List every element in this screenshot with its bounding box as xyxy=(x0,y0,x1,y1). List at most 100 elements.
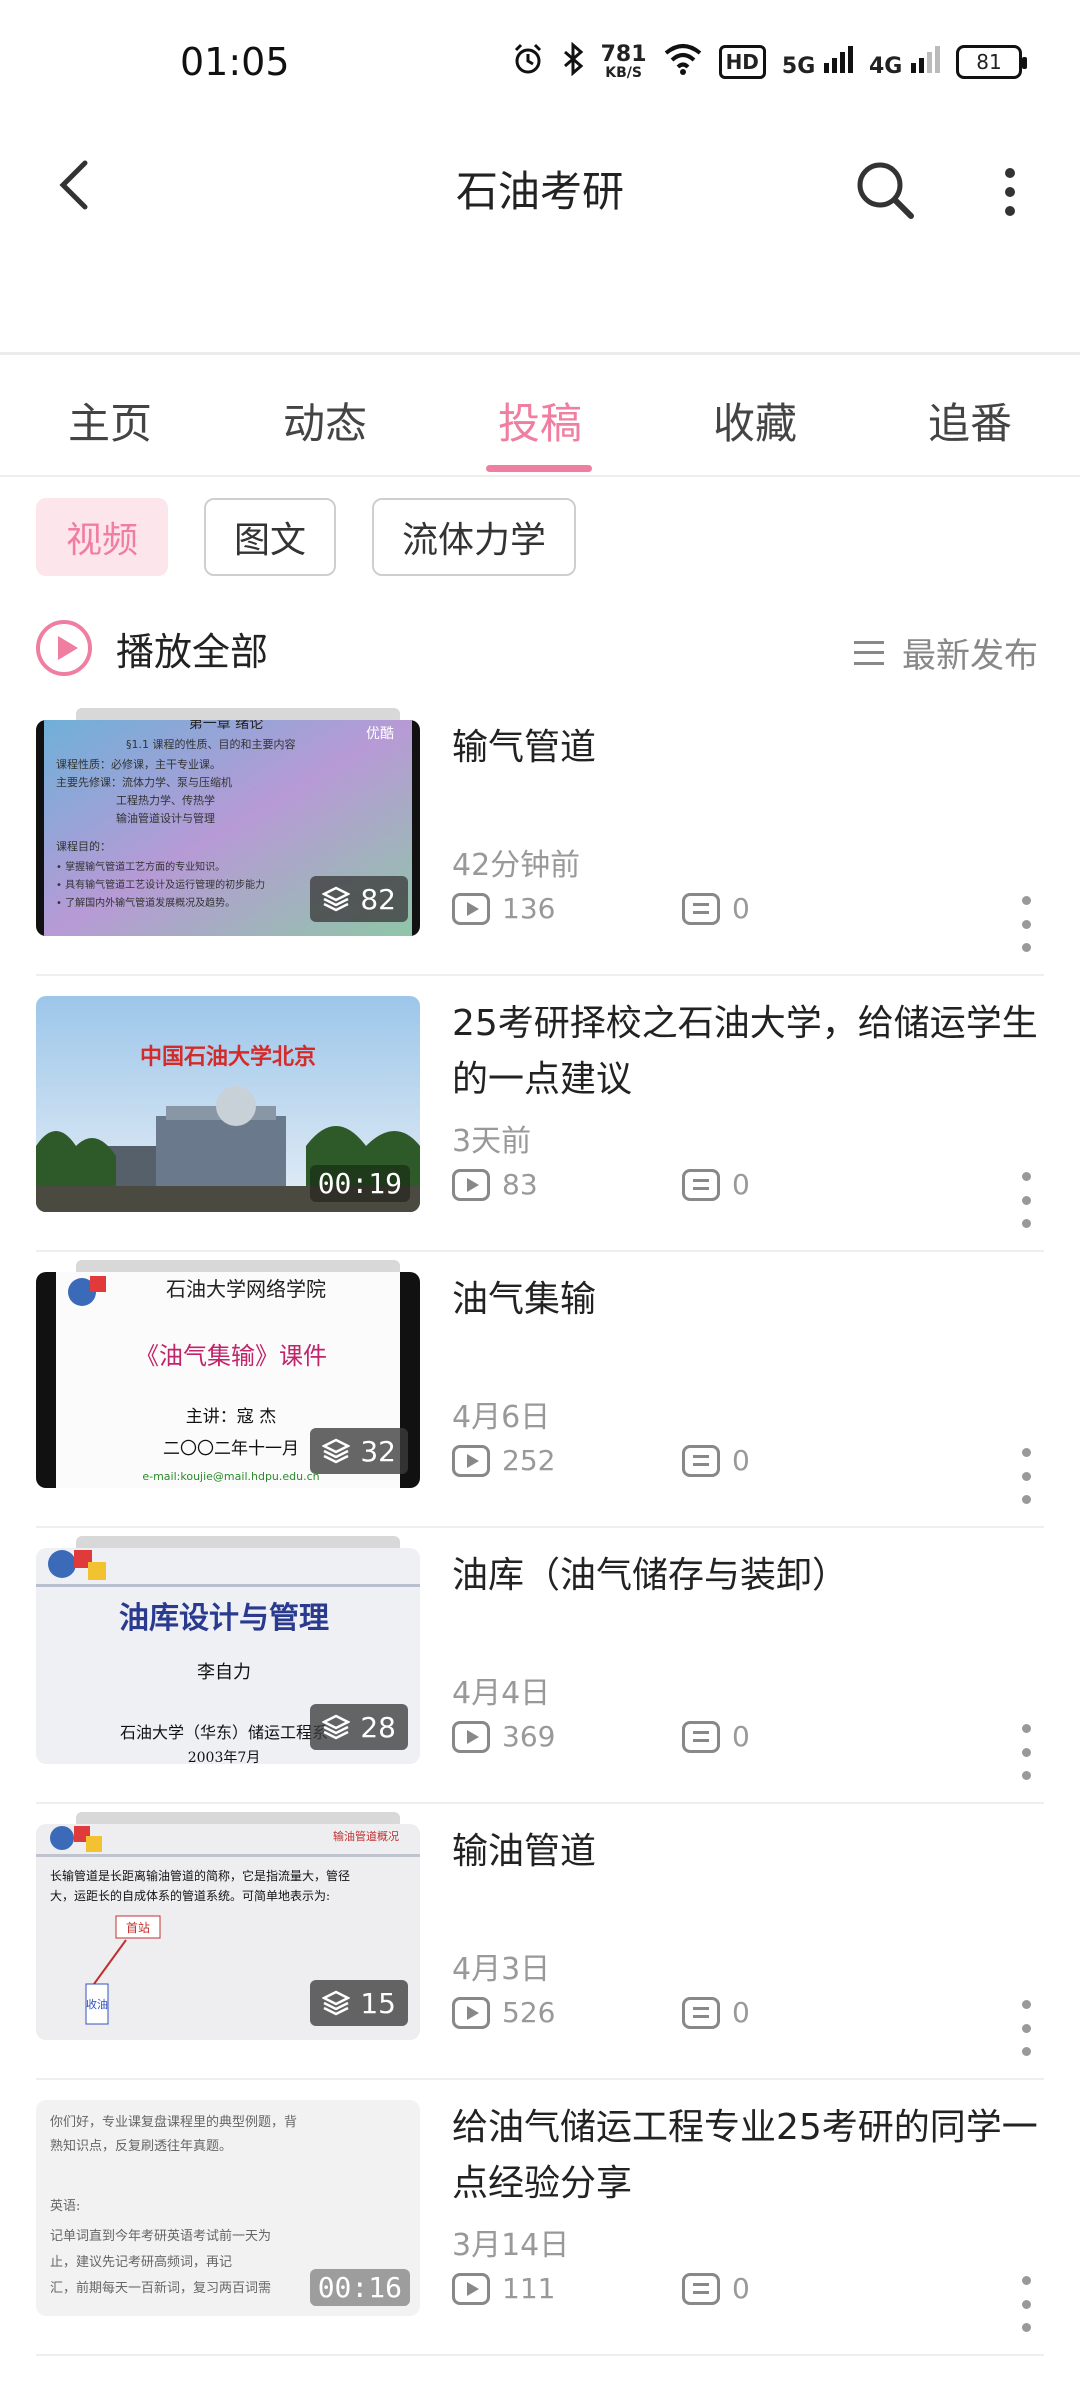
tab-uploads[interactable]: 投稿 xyxy=(460,390,620,451)
svg-text:2003年7月: 2003年7月 xyxy=(188,1750,261,1764)
sort-button[interactable]: 最新发布 xyxy=(854,628,1038,677)
list-item[interactable]: 油库设计与管理 李自力 石油大学（华东）储运工程系 2003年7月 28 油库（… xyxy=(0,1528,1080,1804)
video-title[interactable]: 输气管道 xyxy=(452,720,1052,776)
bluetooth-icon xyxy=(561,41,585,83)
svg-text:汇，前期每天一百新词，复习两百词需: 汇，前期每天一百新词，复习两百词需 xyxy=(50,2280,271,2296)
video-time: 42分钟前 xyxy=(452,848,581,883)
item-more-button[interactable] xyxy=(1016,2000,1036,2056)
collection-count-badge: 15 xyxy=(310,1980,408,2026)
sort-label: 最新发布 xyxy=(902,636,1038,676)
search-button[interactable] xyxy=(845,150,925,230)
video-list: 第一章 绪论 优酷 §1.1 课程的性质、目的和主要内容 课程性质：必修课，主干… xyxy=(0,700,1080,2356)
video-thumbnail[interactable]: 第一章 绪论 优酷 §1.1 课程的性质、目的和主要内容 课程性质：必修课，主干… xyxy=(36,708,420,936)
list-item[interactable]: 石油大学网络学院 《油气集输》课件 主讲：寇 杰 二〇〇二年十一月 e-mail… xyxy=(0,1252,1080,1528)
tab-bangumi[interactable]: 追番 xyxy=(890,390,1050,451)
collection-count-badge: 32 xyxy=(310,1428,408,1474)
item-more-button[interactable] xyxy=(1016,896,1036,952)
status-icons: 781 KB/S HD 5G 4G 81 xyxy=(511,41,1027,83)
video-thumbnail[interactable]: 中国石油大学北京 00:19 xyxy=(36,996,420,1212)
comment-icon xyxy=(682,1444,720,1477)
tab-active-indicator xyxy=(486,465,592,472)
play-count-icon xyxy=(452,892,490,925)
comment-count: 0 xyxy=(682,2272,912,2305)
play-count-icon xyxy=(452,2272,490,2305)
filter-chips: 视频 图文 流体力学 xyxy=(36,498,577,578)
item-more-button[interactable] xyxy=(1016,1724,1036,1780)
nav-bar: 石油考研 xyxy=(0,130,1080,240)
video-title[interactable]: 输油管道 xyxy=(452,1824,1052,1880)
comment-icon xyxy=(682,892,720,925)
svg-text:输油管道设计与管理: 输油管道设计与管理 xyxy=(116,811,215,825)
list-item[interactable]: 中国石油大学北京 00:19 25考研择校之石油大学，给储运学生的一点建议 3天… xyxy=(0,976,1080,1252)
play-all-row: 播放全部 最新发布 xyxy=(0,610,1080,690)
collection-count-badge: 82 xyxy=(310,876,408,922)
signal-5g: 5G xyxy=(782,45,853,79)
tab-activity[interactable]: 动态 xyxy=(245,390,405,451)
comment-count: 0 xyxy=(682,1720,912,1753)
svg-text:工程热力学、传热学: 工程热力学、传热学 xyxy=(116,793,215,807)
network-speed: 781 KB/S xyxy=(600,42,647,81)
video-thumbnail[interactable]: 你们好，专业课复盘课程里的典型例题，背 熟知识点，反复刷透往年真题。 英语: 记… xyxy=(36,2100,420,2316)
svg-text:• 掌握输气管道工艺方面的专业知识。: • 掌握输气管道工艺方面的专业知识。 xyxy=(56,860,225,873)
more-button[interactable] xyxy=(980,152,1040,232)
video-title[interactable]: 油库（油气储存与装卸） xyxy=(452,1548,1052,1604)
comment-count: 0 xyxy=(682,892,912,925)
video-stats: 83 0 xyxy=(452,1168,912,1201)
play-count-icon xyxy=(452,1720,490,1753)
svg-text:课程目的：: 课程目的： xyxy=(56,839,111,853)
battery-icon: 81 xyxy=(956,45,1027,79)
item-more-button[interactable] xyxy=(1016,1448,1036,1504)
video-stats: 136 0 xyxy=(452,892,912,925)
svg-text:§1.1 课程的性质、目的和主要内容: §1.1 课程的性质、目的和主要内容 xyxy=(126,737,296,751)
video-title[interactable]: 油气集输 xyxy=(452,1272,1052,1328)
svg-text:主要先修课：流体力学、泵与压缩机: 主要先修课：流体力学、泵与压缩机 xyxy=(56,775,232,789)
video-stats: 526 0 xyxy=(452,1996,912,2029)
list-item[interactable]: 你们好，专业课复盘课程里的典型例题，背 熟知识点，反复刷透往年真题。 英语: 记… xyxy=(0,2080,1080,2356)
filter-video[interactable]: 视频 xyxy=(36,498,169,576)
sort-icon xyxy=(854,640,884,665)
layers-icon xyxy=(322,1438,351,1464)
svg-text:止，建议先记考研高频词，再记: 止，建议先记考研高频词，再记 xyxy=(50,2254,232,2270)
collection-count-badge: 28 xyxy=(310,1704,408,1750)
comment-icon xyxy=(682,1996,720,2029)
item-more-button[interactable] xyxy=(1016,2276,1036,2332)
comment-count: 0 xyxy=(682,1996,912,2029)
tab-favorites[interactable]: 收藏 xyxy=(675,390,835,451)
search-icon xyxy=(857,162,914,219)
duration-badge: 00:19 xyxy=(309,1165,410,1202)
duration-badge: 00:16 xyxy=(309,2269,410,2306)
wifi-icon xyxy=(663,43,703,82)
video-time: 4月6日 xyxy=(452,1400,551,1435)
video-time: 3月14日 xyxy=(452,2228,570,2263)
svg-text:优酷: 优酷 xyxy=(366,726,394,742)
video-stats: 252 0 xyxy=(452,1444,912,1477)
item-more-button[interactable] xyxy=(1016,1172,1036,1228)
svg-text:二〇〇二年十一月: 二〇〇二年十一月 xyxy=(163,1439,299,1459)
play-all-button[interactable]: 播放全部 xyxy=(36,620,268,676)
svg-text:首站: 首站 xyxy=(126,1921,150,1935)
tab-home[interactable]: 主页 xyxy=(30,390,190,451)
view-count: 111 xyxy=(452,2272,682,2305)
hd-badge: HD xyxy=(718,45,766,79)
svg-text:课程性质：必修课，主干专业课。: 课程性质：必修课，主干专业课。 xyxy=(56,757,221,771)
svg-text:中国石油大学北京: 中国石油大学北京 xyxy=(140,1044,316,1070)
svg-text:石油大学（华东）储运工程系: 石油大学（华东）储运工程系 xyxy=(120,1723,328,1742)
video-stats: 111 0 xyxy=(452,2272,912,2305)
list-item[interactable]: 第一章 绪论 优酷 §1.1 课程的性质、目的和主要内容 课程性质：必修课，主干… xyxy=(0,700,1080,976)
play-count-icon xyxy=(452,1168,490,1201)
layers-icon xyxy=(322,1990,351,2016)
video-time: 3天前 xyxy=(452,1124,532,1159)
video-thumbnail[interactable]: 输油管道概况 长输管道是长距离输油管道的简称，它是指流量大，管径 大，运距长的自… xyxy=(36,1812,420,2040)
filter-fluid-mechanics[interactable]: 流体力学 xyxy=(372,498,577,576)
view-count: 136 xyxy=(452,892,682,925)
video-thumbnail[interactable]: 油库设计与管理 李自力 石油大学（华东）储运工程系 2003年7月 28 xyxy=(36,1536,420,1764)
svg-text:• 具有输气管道工艺设计及运行管理的初步能力: • 具有输气管道工艺设计及运行管理的初步能力 xyxy=(56,878,265,891)
video-title[interactable]: 给油气储运工程专业25考研的同学一点经验分享 xyxy=(452,2100,1052,2212)
video-title[interactable]: 25考研择校之石油大学，给储运学生的一点建议 xyxy=(452,996,1052,1108)
svg-text:输油管道概况: 输油管道概况 xyxy=(333,1829,399,1843)
video-thumbnail[interactable]: 石油大学网络学院 《油气集输》课件 主讲：寇 杰 二〇〇二年十一月 e-mail… xyxy=(36,1260,420,1488)
filter-article[interactable]: 图文 xyxy=(204,498,337,576)
list-item[interactable]: 输油管道概况 长输管道是长距离输油管道的简称，它是指流量大，管径 大，运距长的自… xyxy=(0,1804,1080,2080)
svg-text:李自力: 李自力 xyxy=(197,1662,251,1683)
view-count: 252 xyxy=(452,1444,682,1477)
